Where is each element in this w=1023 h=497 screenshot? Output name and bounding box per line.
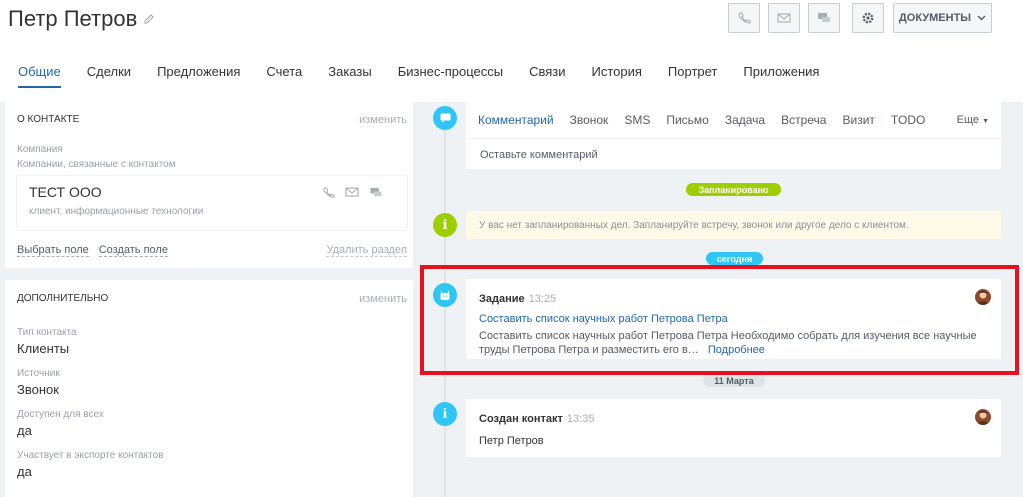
comment-timeline-icon xyxy=(433,106,457,130)
additional-info-header: ДОПОЛНИТЕЛЬНО изменить xyxy=(5,280,413,305)
envelope-icon xyxy=(777,13,791,23)
tab-history[interactable]: История xyxy=(592,64,642,88)
chat-icon xyxy=(818,13,830,22)
additional-info-edit-link[interactable]: изменить xyxy=(359,293,407,305)
section-tabs: Общие Сделки Предложения Счета Заказы Би… xyxy=(18,64,845,88)
company-hint: Компании, связанные с контактом xyxy=(17,159,176,170)
email-button[interactable] xyxy=(768,3,800,33)
tab-deals[interactable]: Сделки xyxy=(87,64,131,88)
company-label: Компания xyxy=(17,144,63,155)
field-label: Тип контакта xyxy=(17,327,77,338)
activity-composer: Комментарий Звонок SMS Письмо Задача Вст… xyxy=(466,101,1001,169)
tab-quotes[interactable]: Предложения xyxy=(157,64,240,88)
pencil-icon[interactable] xyxy=(143,13,155,25)
highlight-frame xyxy=(420,265,1019,375)
composer-tab-task[interactable]: Задача xyxy=(725,113,765,127)
contact-info-actions: Выбрать поле Создать поле Удалить раздел xyxy=(5,230,413,257)
phone-icon xyxy=(738,12,751,24)
chat-button[interactable] xyxy=(808,3,840,33)
company-actions xyxy=(322,186,383,199)
tab-invoices[interactable]: Счета xyxy=(266,64,302,88)
avatar[interactable] xyxy=(975,409,991,425)
composer-tab-call[interactable]: Звонок xyxy=(570,113,609,127)
call-button[interactable] xyxy=(728,3,760,33)
created-activity-card[interactable]: Создан контакт 13:35 Петр Петров xyxy=(466,399,1001,457)
composer-tab-sms[interactable]: SMS xyxy=(624,113,650,127)
created-header: Создан контакт 13:35 xyxy=(466,399,1001,427)
contact-info-header: О КОНТАКТЕ изменить xyxy=(5,102,413,126)
user-avatar-icon xyxy=(977,411,989,425)
field-value: да xyxy=(17,464,32,479)
field-value: Звонок xyxy=(17,382,59,397)
tab-business-processes[interactable]: Бизнес-процессы xyxy=(398,64,503,88)
planned-info-message: У вас нет запланированных дел. Запланиру… xyxy=(466,211,1001,239)
composer-tab-todo[interactable]: TODO xyxy=(891,113,925,127)
chevron-down-icon xyxy=(977,15,986,21)
gear-icon xyxy=(862,12,874,24)
created-type: Создан контакт xyxy=(479,413,563,425)
planned-timeline-icon: i xyxy=(433,213,457,237)
contact-info-card: О КОНТАКТЕ изменить Компания Компании, с… xyxy=(5,102,413,268)
info-icon: i xyxy=(442,406,448,422)
settings-button[interactable] xyxy=(852,3,884,33)
tab-portrait[interactable]: Портрет xyxy=(668,64,717,88)
composer-tab-email[interactable]: Письмо xyxy=(666,113,709,127)
chat-icon[interactable] xyxy=(369,186,383,199)
documents-label: ДОКУМЕНТЫ xyxy=(898,12,972,24)
composer-tab-visit[interactable]: Визит xyxy=(842,113,874,127)
contact-name: Петр Петров xyxy=(8,6,138,31)
created-contact-name: Петр Петров xyxy=(479,435,544,447)
additional-info-heading: ДОПОЛНИТЕЛЬНО xyxy=(17,293,109,304)
comment-icon xyxy=(440,113,450,123)
phone-icon[interactable] xyxy=(322,186,335,199)
select-field-link[interactable]: Выбрать поле xyxy=(17,244,89,257)
composer-tabs: Комментарий Звонок SMS Письмо Задача Вст… xyxy=(466,101,1001,139)
composer-tab-meeting[interactable]: Встреча xyxy=(781,113,826,127)
additional-info-card: ДОПОЛНИТЕЛЬНО изменить Тип контакта Клие… xyxy=(5,280,413,497)
created-timeline-icon: i xyxy=(433,402,457,426)
contact-info-heading: О КОНТАКТЕ xyxy=(17,114,80,125)
today-badge: сегодня xyxy=(706,252,763,265)
planned-badge: Запланировано xyxy=(686,183,781,196)
envelope-icon[interactable] xyxy=(345,186,359,198)
info-icon: i xyxy=(442,217,448,233)
tab-relations[interactable]: Связи xyxy=(529,64,565,88)
composer-more-label: Еще xyxy=(956,113,979,126)
delete-section-link[interactable]: Удалить раздел xyxy=(326,244,407,257)
documents-button[interactable]: ДОКУМЕНТЫ xyxy=(893,3,992,33)
field-value: да xyxy=(17,423,32,438)
field-label: Участвует в экспорте контактов xyxy=(17,450,164,461)
field-value: Клиенты xyxy=(17,341,70,356)
comment-input[interactable]: Оставьте комментарий xyxy=(466,139,1001,171)
company-description: клиент, информационные технологии xyxy=(29,206,204,217)
company-item[interactable]: ТЕСТ ООО клиент, информационные технолог… xyxy=(17,176,407,230)
contact-info-edit-link[interactable]: изменить xyxy=(359,114,407,126)
field-label: Доступен для всех xyxy=(17,409,104,420)
caret-down-icon: ▼ xyxy=(982,117,989,125)
created-time: 13:35 xyxy=(566,413,595,425)
create-field-link[interactable]: Создать поле xyxy=(98,244,168,257)
tab-orders[interactable]: Заказы xyxy=(328,64,371,88)
contact-actions xyxy=(728,3,884,33)
tab-applications[interactable]: Приложения xyxy=(743,64,819,88)
date-badge: 11 Марта xyxy=(703,374,765,387)
page-title: Петр Петров xyxy=(8,6,155,32)
field-label: Источник xyxy=(17,368,60,379)
tab-general[interactable]: Общие xyxy=(18,64,61,88)
composer-tab-comment[interactable]: Комментарий xyxy=(478,113,554,127)
page-header: Петр Петров ДОКУМЕНТЫ Общие Сделки Предл… xyxy=(0,0,1023,102)
composer-more-menu[interactable]: Еще ▼ xyxy=(957,114,989,126)
